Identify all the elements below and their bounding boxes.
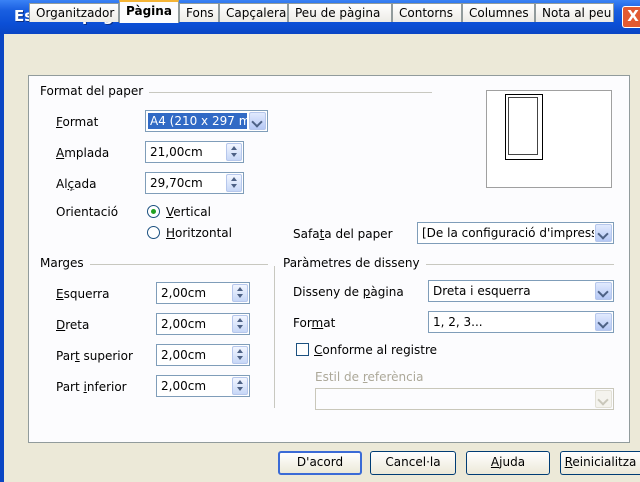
landscape-label[interactable]: Horitzontal: [166, 226, 232, 240]
spin-updown-icon[interactable]: [232, 377, 248, 395]
section-separator: [274, 266, 275, 408]
register-true-label[interactable]: Conforme al registre: [314, 343, 437, 357]
tab-capcalera[interactable]: Capçalera: [219, 3, 288, 22]
margin-right-value: 2,00cm: [161, 317, 207, 331]
spin-updown-icon[interactable]: [226, 143, 242, 161]
height-value: 29,70cm: [150, 176, 203, 190]
tab-nota-al-peu[interactable]: Nota al peu: [535, 3, 614, 22]
margin-top-spinbox[interactable]: 2,00cm: [156, 344, 250, 366]
height-spinbox[interactable]: 29,70cm: [145, 172, 244, 194]
chevron-down-icon[interactable]: [595, 282, 612, 300]
chevron-down-icon: [595, 390, 612, 408]
margin-top-label: Part superior: [56, 349, 133, 363]
reference-style-label: Estil de referència: [315, 370, 424, 384]
page-style-dialog: Estil de pàgina: Per defecte X Organitza…: [0, 0, 640, 482]
margin-bottom-value: 2,00cm: [161, 379, 207, 393]
format-select[interactable]: A4 (210 x 297 mm): [145, 110, 268, 132]
paper-tray-select[interactable]: [De la configuració d'impressora]: [417, 222, 614, 244]
width-spinbox[interactable]: 21,00cm: [145, 141, 244, 163]
tab-organitzador[interactable]: Organitzador: [29, 3, 119, 22]
tab-fons[interactable]: Fons: [179, 3, 219, 22]
reset-button[interactable]: Reinicialitza: [560, 451, 640, 475]
section-title-layout: Paràmetres de disseny: [283, 256, 426, 270]
page-layout-select[interactable]: Dreta i esquerra: [428, 280, 614, 302]
margin-bottom-spinbox[interactable]: 2,00cm: [156, 375, 250, 397]
page-layout-value: Dreta i esquerra: [433, 284, 531, 298]
spin-updown-icon[interactable]: [232, 315, 248, 333]
close-icon: X: [627, 7, 639, 25]
numbering-format-value: 1, 2, 3...: [433, 315, 483, 329]
margin-left-spinbox[interactable]: 2,00cm: [156, 282, 250, 304]
spin-updown-icon[interactable]: [232, 346, 248, 364]
margin-top-value: 2,00cm: [161, 348, 207, 362]
width-label: Amplada: [56, 146, 110, 160]
spin-updown-icon[interactable]: [226, 174, 242, 192]
register-true-checkbox[interactable]: [296, 343, 309, 356]
tab-contorns[interactable]: Contorns: [392, 3, 462, 22]
chevron-down-icon[interactable]: [249, 112, 266, 130]
margin-right-label: Dreta: [56, 318, 90, 332]
chevron-down-icon[interactable]: [595, 313, 612, 331]
landscape-radio[interactable]: [147, 226, 160, 239]
numbering-format-select[interactable]: 1, 2, 3...: [428, 311, 614, 333]
cancel-button[interactable]: Cancel·la: [370, 451, 456, 475]
margin-bottom-label: Part inferior: [56, 380, 127, 394]
reference-style-select: [315, 388, 614, 410]
portrait-label[interactable]: Vertical: [166, 205, 211, 219]
paper-tray-label: Safata del paper: [293, 227, 393, 241]
spin-updown-icon[interactable]: [232, 284, 248, 302]
ok-button[interactable]: D'acord: [278, 451, 362, 475]
numbering-format-label: Format: [293, 316, 336, 330]
section-title-paper-format: Format del paper: [40, 84, 150, 98]
help-button[interactable]: Ajuda: [466, 451, 550, 475]
chevron-down-icon[interactable]: [595, 224, 612, 242]
page-preview-margins: [508, 97, 538, 155]
tab-pagina[interactable]: Pàgina: [119, 0, 179, 23]
orientation-label: Orientació: [56, 205, 119, 219]
close-button[interactable]: X: [622, 6, 640, 28]
portrait-radio[interactable]: [147, 205, 160, 218]
width-value: 21,00cm: [150, 145, 203, 159]
tab-columnes[interactable]: Columnes: [462, 3, 535, 22]
format-value: A4 (210 x 297 mm): [148, 113, 247, 129]
height-label: Alçada: [56, 177, 97, 191]
margin-left-value: 2,00cm: [161, 286, 207, 300]
section-title-margins: Marges: [40, 256, 90, 270]
format-label: Format: [56, 115, 99, 129]
margin-left-label: Esquerra: [56, 287, 110, 301]
page-layout-label: Disseny de pàgina: [293, 285, 404, 299]
tab-peu-de-pagina[interactable]: Peu de pàgina: [288, 3, 392, 22]
margin-right-spinbox[interactable]: 2,00cm: [156, 313, 250, 335]
paper-tray-value: [De la configuració d'impressora]: [422, 226, 594, 240]
